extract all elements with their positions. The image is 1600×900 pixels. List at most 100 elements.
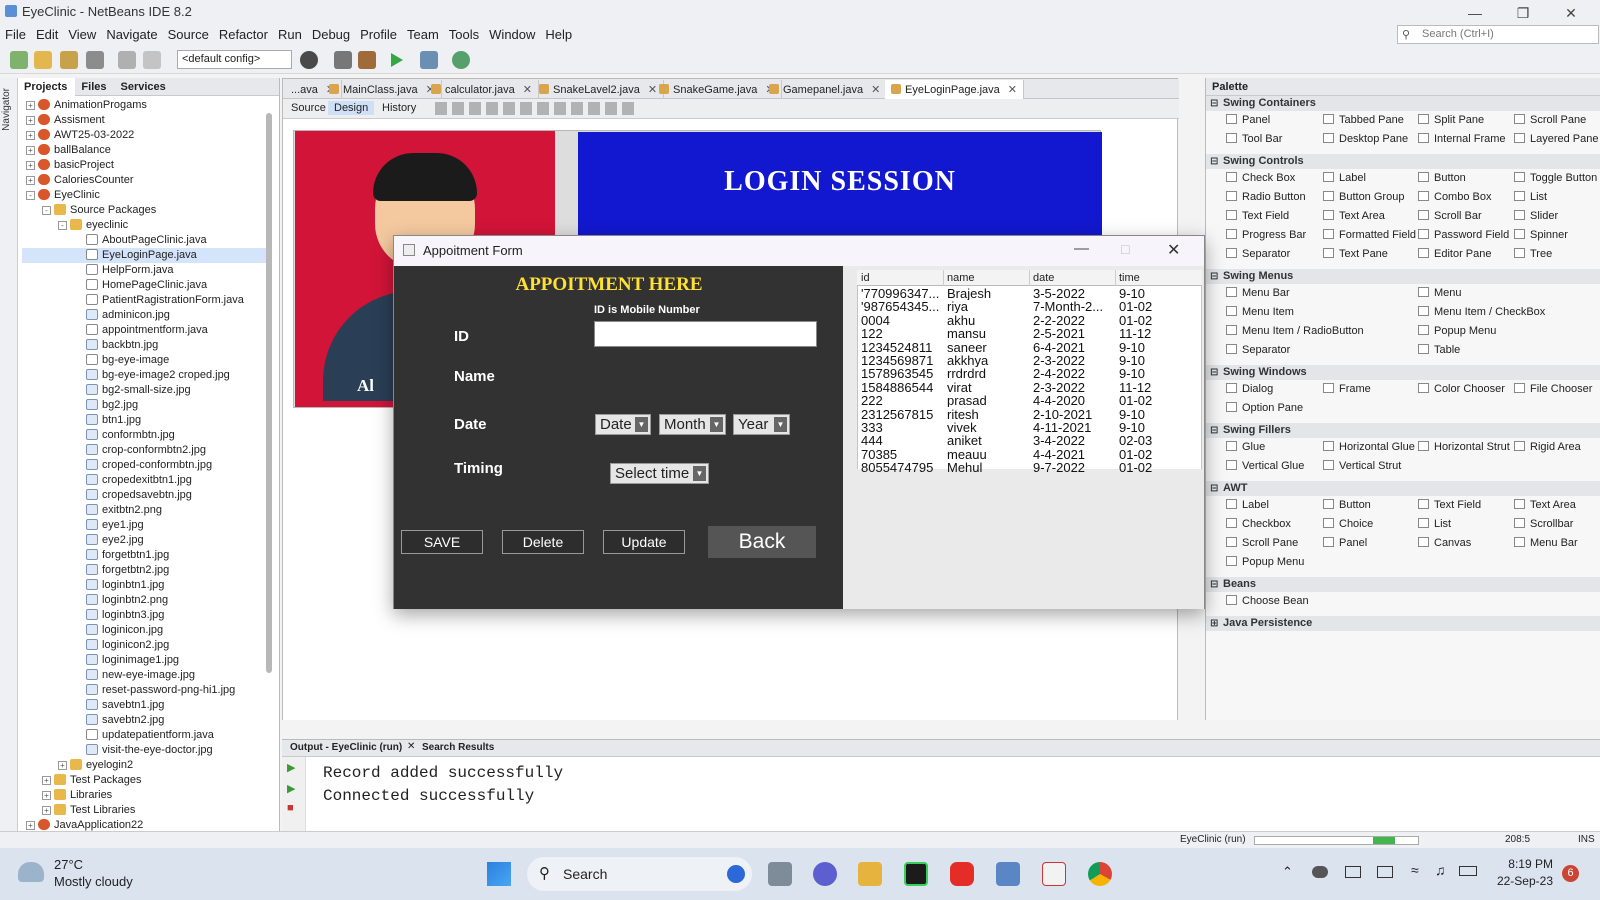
palette-item[interactable]: Vertical Glue	[1226, 460, 1304, 472]
debug-icon[interactable]	[420, 51, 438, 69]
close-tab-icon[interactable]: ✕	[1008, 84, 1017, 96]
palette-item[interactable]: Text Area	[1323, 210, 1385, 222]
editor-tab[interactable]: calculator.java ✕	[425, 80, 539, 99]
new-project-icon[interactable]	[34, 51, 52, 69]
menu-file[interactable]: File	[0, 24, 31, 42]
tree-node[interactable]: + Test Libraries	[22, 803, 272, 818]
netbeans-taskbar-icon[interactable]	[996, 862, 1020, 886]
task-view-icon[interactable]	[768, 862, 792, 886]
back-button[interactable]: Back	[708, 526, 816, 558]
column-header-time[interactable]: time	[1119, 272, 1140, 284]
palette-item[interactable]: Layered Pane	[1514, 133, 1599, 145]
tab-projects[interactable]: Projects	[18, 78, 76, 96]
tray-app-icon[interactable]	[1312, 866, 1328, 878]
menu-help[interactable]: Help	[540, 24, 577, 42]
column-header-name[interactable]: name	[947, 272, 975, 284]
menu-team[interactable]: Team	[402, 24, 444, 42]
palette-item[interactable]: Label	[1226, 499, 1269, 511]
tree-node[interactable]: eye1.jpg	[22, 518, 272, 533]
time-select[interactable]: Select time ▼	[610, 463, 709, 484]
palette-section[interactable]: ⊞ Java Persistence	[1206, 616, 1600, 631]
palette-item[interactable]: Option Pane	[1226, 402, 1303, 414]
tree-node[interactable]: appointmentform.java	[22, 323, 272, 338]
open-project-icon[interactable]	[60, 51, 78, 69]
palette-item[interactable]: Checkbox	[1226, 518, 1291, 530]
tree-node[interactable]: conformbtn.jpg	[22, 428, 272, 443]
expand-icon[interactable]: +	[26, 821, 35, 830]
palette-item[interactable]: Scrollbar	[1514, 518, 1573, 530]
palette-item[interactable]: Choice	[1323, 518, 1373, 530]
pycharm-icon[interactable]	[904, 862, 928, 886]
tree-node[interactable]: + ballBalance	[22, 143, 272, 158]
palette-item[interactable]: Frame	[1323, 383, 1371, 395]
tree-node[interactable]: cropedexitbtn1.jpg	[22, 473, 272, 488]
globe-icon[interactable]	[300, 51, 318, 69]
expand-icon[interactable]: +	[42, 776, 51, 785]
month-select[interactable]: Month ▼	[659, 414, 726, 435]
palette-item[interactable]: Menu Item	[1226, 306, 1294, 318]
palette-item[interactable]: Combo Box	[1418, 191, 1491, 203]
palette-item[interactable]: Horizontal Strut	[1418, 441, 1510, 453]
menu-refactor[interactable]: Refactor	[214, 24, 273, 42]
palette-section[interactable]: ⊟ Swing Fillers	[1206, 423, 1600, 438]
editor-tab[interactable]: EyeLoginPage.java ✕	[885, 80, 1025, 99]
tree-node[interactable]: exitbtn2.png	[22, 503, 272, 518]
table-row[interactable]: 1578963545 rrdrdrd 2-4-2022 9-10	[857, 367, 1202, 380]
tree-node[interactable]: + AnimationProgams	[22, 98, 272, 113]
tree-node[interactable]: crop-conformbtn2.jpg	[22, 443, 272, 458]
tree-node[interactable]: adminicon.jpg	[22, 308, 272, 323]
table-row[interactable]: 8055474795 Mehul 9-7-2022 01-02	[857, 461, 1202, 474]
palette-section[interactable]: ⊟ Swing Menus	[1206, 269, 1600, 284]
tree-node[interactable]: bg2.jpg	[22, 398, 272, 413]
tree-node[interactable]: bg-eye-image	[22, 353, 272, 368]
palette-section[interactable]: ⊟ Swing Controls	[1206, 154, 1600, 169]
run-icon[interactable]	[391, 53, 403, 67]
redo-icon[interactable]	[143, 51, 161, 69]
undo-icon[interactable]	[118, 51, 136, 69]
tree-node[interactable]: AboutPageClinic.java	[22, 233, 272, 248]
design-view-tab[interactable]: Design	[328, 101, 375, 115]
expand-icon[interactable]: +	[42, 791, 51, 800]
table-row[interactable]: '770996347... Brajesh 3-5-2022 9-10	[857, 287, 1202, 300]
table-row[interactable]: 333 vivek 4-11-2021 9-10	[857, 421, 1202, 434]
chrome-icon[interactable]	[1088, 862, 1112, 886]
tree-node[interactable]: updatepatientform.java	[22, 728, 272, 743]
palette-item[interactable]: Text Field	[1226, 210, 1289, 222]
palette-item[interactable]: Scroll Pane	[1226, 537, 1298, 549]
update-button[interactable]: Update	[603, 530, 685, 554]
tree-node[interactable]: savebtn1.jpg	[22, 698, 272, 713]
expand-icon[interactable]: +	[26, 101, 35, 110]
tree-node[interactable]: - Source Packages	[22, 203, 272, 218]
table-row[interactable]: 122 mansu 2-5-2021 11-12	[857, 327, 1202, 340]
java-taskbar-icon[interactable]	[1042, 862, 1066, 886]
stop-icon[interactable]: ■	[287, 802, 294, 814]
palette-item[interactable]: Menu Bar	[1514, 537, 1578, 549]
palette-item[interactable]: Separator	[1226, 344, 1290, 356]
palette-item[interactable]: Tree	[1514, 248, 1552, 260]
palette-item[interactable]: Panel	[1226, 114, 1270, 126]
tab-services[interactable]: Services	[115, 78, 174, 96]
palette-item[interactable]: Desktop Pane	[1323, 133, 1408, 145]
palette-item[interactable]: Vertical Strut	[1323, 460, 1401, 472]
table-row[interactable]: 222 prasad 4-4-2020 01-02	[857, 394, 1202, 407]
clean-build-icon[interactable]	[358, 51, 376, 69]
dialog-close-icon[interactable]: ✕	[1167, 240, 1180, 260]
palette-item[interactable]: Password Field	[1418, 229, 1509, 241]
profile-icon[interactable]	[452, 51, 470, 69]
palette-section[interactable]: ⊟ Swing Windows	[1206, 365, 1600, 380]
menu-debug[interactable]: Debug	[307, 24, 355, 42]
menu-view[interactable]: View	[63, 24, 101, 42]
minimize-icon[interactable]: —	[1452, 2, 1498, 24]
tree-node[interactable]: - EyeClinic	[22, 188, 272, 203]
tree-node[interactable]: cropedsavebtn.jpg	[22, 488, 272, 503]
tree-node[interactable]: btn1.jpg	[22, 413, 272, 428]
config-select[interactable]: <default config>	[177, 50, 292, 69]
palette-section[interactable]: ⊟ Beans	[1206, 577, 1600, 592]
menu-profile[interactable]: Profile	[355, 24, 402, 42]
editor-tab[interactable]: SnakeLavel2.java ✕	[533, 80, 665, 99]
palette-tab[interactable]: Palette	[1212, 81, 1248, 93]
menu-run[interactable]: Run	[273, 24, 307, 42]
windows-start-icon[interactable]	[487, 862, 511, 886]
palette-item[interactable]: Button	[1418, 172, 1466, 184]
palette-item[interactable]: Progress Bar	[1226, 229, 1306, 241]
